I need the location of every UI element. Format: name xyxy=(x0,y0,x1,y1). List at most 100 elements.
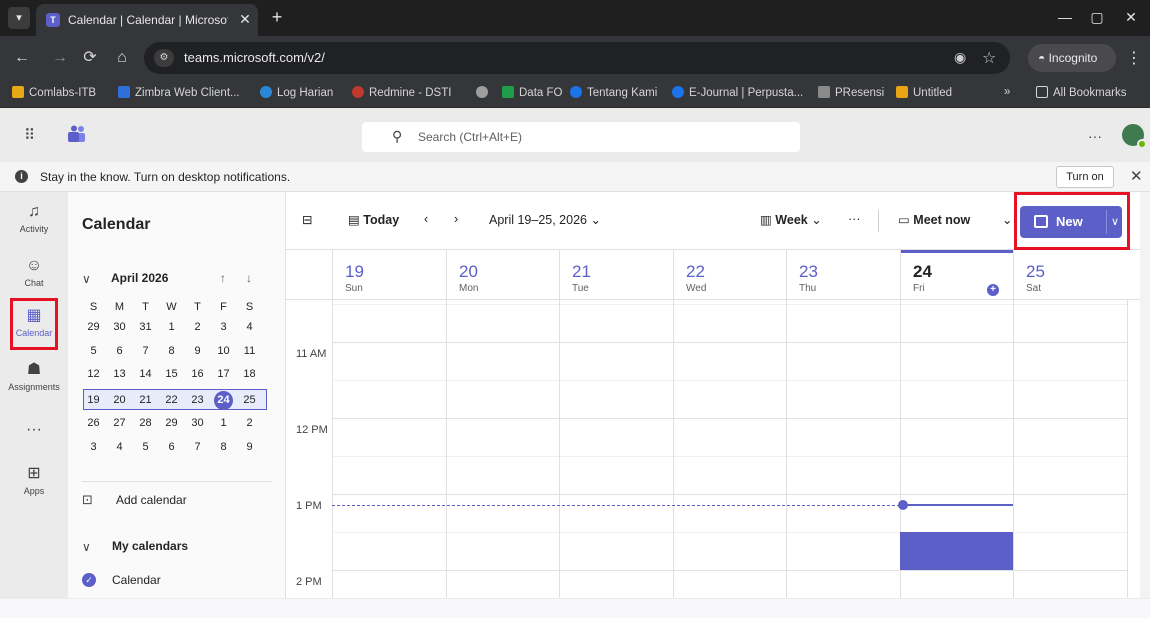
meet-now-button[interactable]: ▭ Meet now xyxy=(898,212,970,227)
scrollbar[interactable] xyxy=(1140,192,1150,598)
mini-calendar-day[interactable]: 9 xyxy=(239,439,260,456)
mini-calendar-day[interactable]: 7 xyxy=(135,343,156,360)
bookmark-item[interactable] xyxy=(476,86,493,102)
meet-now-dropdown[interactable]: ⌄ xyxy=(1002,212,1012,227)
window-close-button[interactable]: ✕ xyxy=(1116,4,1146,30)
forward-button[interactable]: → xyxy=(48,46,72,70)
mini-calendar-day[interactable]: 24 xyxy=(213,392,234,409)
bookmark-item[interactable]: Data FO xyxy=(502,86,562,102)
settings-more-button[interactable]: ··· xyxy=(1088,128,1102,144)
mini-calendar-day[interactable]: 27 xyxy=(109,415,130,432)
incognito-badge[interactable]: ◓ Incognito xyxy=(1028,44,1116,72)
mini-calendar-day[interactable]: 10 xyxy=(213,343,234,360)
calendar-list-item[interactable]: Calendar xyxy=(112,573,161,587)
mini-calendar-day[interactable]: 8 xyxy=(213,439,234,456)
mini-calendar-day[interactable]: 29 xyxy=(161,415,182,432)
rail-item-apps[interactable]: ⊞ Apps xyxy=(0,458,68,512)
week-grid[interactable]: 11 AM 12 PM 1 PM 2 PM xyxy=(286,300,1150,598)
address-bar[interactable]: ⚙ teams.microsoft.com/v2/ ◉ ☆ xyxy=(144,42,1010,74)
mini-calendar-day[interactable]: 5 xyxy=(135,439,156,456)
bookmark-item[interactable]: Comlabs-ITB xyxy=(12,86,96,102)
mini-calendar-day[interactable]: 16 xyxy=(187,366,208,383)
event-block[interactable] xyxy=(900,532,1013,570)
mini-calendar-day[interactable]: 29 xyxy=(83,319,104,336)
mini-calendar-day[interactable]: 30 xyxy=(187,415,208,432)
mini-calendar-day[interactable]: 30 xyxy=(109,319,130,336)
browser-menu-icon[interactable]: ⋮ xyxy=(1126,48,1142,68)
mini-calendar-day[interactable]: 2 xyxy=(187,319,208,336)
mini-calendar-day[interactable]: 20 xyxy=(109,392,130,409)
arrow-up-icon[interactable]: ↑ xyxy=(220,271,226,285)
bookmark-item[interactable]: Tentang Kami xyxy=(570,86,657,102)
avatar[interactable] xyxy=(1120,122,1147,149)
day-column-header[interactable]: 24 Fri + xyxy=(900,250,1014,300)
reload-button[interactable]: ⟳ xyxy=(78,46,102,70)
rail-item-assignments[interactable]: ☗ Assignments xyxy=(0,354,68,408)
mini-calendar-day[interactable]: 4 xyxy=(239,319,260,336)
rail-item-chat[interactable]: ☺ Chat xyxy=(0,250,68,304)
next-week-button[interactable]: › xyxy=(454,212,458,226)
mini-calendar-day[interactable]: 17 xyxy=(213,366,234,383)
mini-calendar-day[interactable]: 15 xyxy=(161,366,182,383)
mini-calendar-day[interactable]: 25 xyxy=(239,392,260,409)
chevron-down-icon[interactable]: ∨ xyxy=(82,540,91,554)
view-selector[interactable]: ▥ Week ⌄ xyxy=(760,212,822,227)
mini-calendar-day[interactable]: 22 xyxy=(161,392,182,409)
my-calendars-header[interactable]: My calendars xyxy=(112,539,188,553)
mini-calendar-day[interactable]: 5 xyxy=(83,343,104,360)
mini-calendar-day[interactable]: 12 xyxy=(83,366,104,383)
bookmark-star-icon[interactable]: ☆ xyxy=(982,48,996,68)
mini-month-label[interactable]: April 2026 xyxy=(111,271,168,285)
mini-calendar-day[interactable]: 18 xyxy=(239,366,260,383)
site-info-icon[interactable]: ⚙ xyxy=(154,49,174,67)
home-button[interactable]: ⌂ xyxy=(110,46,134,70)
bookmark-item[interactable]: E-Journal | Perpusta... xyxy=(672,86,803,102)
mini-calendar-day[interactable]: 3 xyxy=(83,439,104,456)
add-calendar-icon[interactable]: ⊡ xyxy=(82,492,93,508)
all-bookmarks[interactable]: All Bookmarks xyxy=(1036,86,1127,102)
tab-close-icon[interactable]: ✕ xyxy=(236,10,254,28)
rail-item-activity[interactable]: ♫ Activity xyxy=(0,196,68,250)
day-column-header[interactable]: 25 Sat xyxy=(1013,250,1127,300)
app-launcher-icon[interactable]: ⠿ xyxy=(24,126,36,144)
day-column-header[interactable]: 20 Mon xyxy=(446,250,559,300)
day-column-header[interactable]: 21 Tue xyxy=(559,250,673,300)
day-column-header[interactable]: 19 Sun xyxy=(332,250,446,300)
bookmark-item[interactable]: Redmine - DSTI xyxy=(352,86,451,102)
browser-tab-active[interactable]: T Calendar | Calendar | Microsoft ✕ xyxy=(36,4,258,36)
bookmark-item[interactable]: Untitled xyxy=(896,86,952,102)
minimize-button[interactable]: — xyxy=(1050,4,1080,30)
search-input[interactable]: ⚲ Search (Ctrl+Alt+E) xyxy=(362,122,800,152)
maximize-button[interactable]: ▢ xyxy=(1082,4,1112,30)
mini-calendar-day[interactable]: 9 xyxy=(187,343,208,360)
day-column-header[interactable]: 23 Thu xyxy=(786,250,900,300)
previous-week-button[interactable]: ‹ xyxy=(424,212,428,226)
mini-calendar-day[interactable]: 2 xyxy=(239,415,260,432)
mini-calendar-day[interactable]: 1 xyxy=(213,415,234,432)
mini-calendar-day[interactable]: 13 xyxy=(109,366,130,383)
tab-search-button[interactable]: ▾ xyxy=(8,7,30,29)
tracking-eye-icon[interactable]: ◉ xyxy=(954,49,966,66)
arrow-down-icon[interactable]: ↓ xyxy=(246,271,252,285)
date-range-picker[interactable]: April 19–25, 2026 ⌄ xyxy=(489,212,601,227)
mini-calendar-day[interactable]: 14 xyxy=(135,366,156,383)
day-column-header[interactable]: 22 Wed xyxy=(673,250,786,300)
today-button[interactable]: ▤ Today xyxy=(348,212,399,227)
bookmark-item[interactable]: Log Harian xyxy=(260,86,333,102)
new-tab-button[interactable]: + xyxy=(266,6,288,28)
turn-on-button[interactable]: Turn on xyxy=(1056,166,1114,188)
more-options-button[interactable]: ··· xyxy=(848,212,861,226)
mini-calendar-day[interactable]: 31 xyxy=(135,319,156,336)
mini-calendar-day[interactable]: 8 xyxy=(161,343,182,360)
sidebar-toggle-icon[interactable]: ⊟ xyxy=(302,212,312,227)
mini-calendar-day[interactable]: 3 xyxy=(213,319,234,336)
mini-calendar-day[interactable]: 23 xyxy=(187,392,208,409)
mini-calendar-day[interactable]: 6 xyxy=(109,343,130,360)
close-icon[interactable]: ✕ xyxy=(1130,167,1143,185)
add-event-icon[interactable]: + xyxy=(987,284,999,296)
mini-calendar-day[interactable]: 26 xyxy=(83,415,104,432)
bookmarks-overflow-button[interactable]: » xyxy=(1004,86,1010,102)
bookmark-item[interactable]: Zimbra Web Client... xyxy=(118,86,240,102)
add-calendar-link[interactable]: Add calendar xyxy=(116,493,187,507)
mini-calendar-day[interactable]: 1 xyxy=(161,319,182,336)
